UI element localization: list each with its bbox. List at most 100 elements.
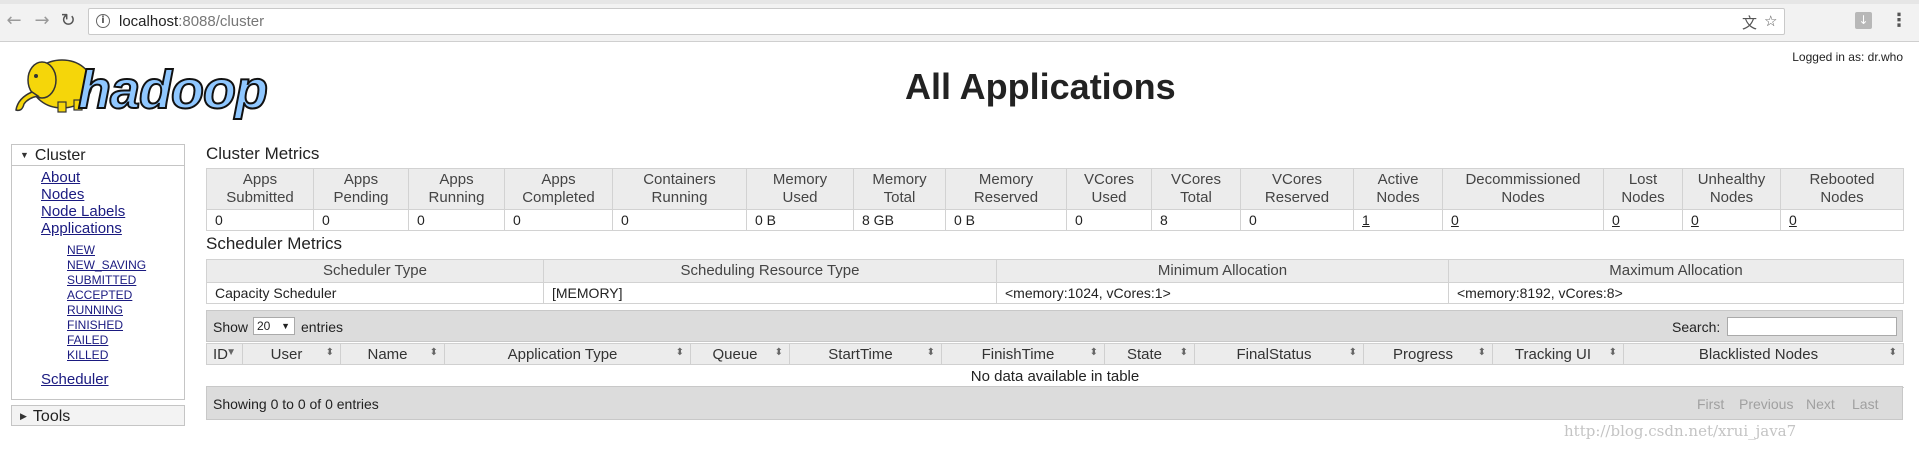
scheduling-resource-type-header: Scheduling Resource Type: [543, 259, 997, 283]
cluster-metric-link[interactable]: 0: [1451, 212, 1459, 228]
column-header[interactable]: FinalStatus ⬍: [1194, 343, 1364, 365]
hadoop-logo[interactable]: hadoop: [12, 50, 312, 122]
url-host: localhost: [119, 13, 179, 30]
nav-state-finished[interactable]: FINISHED: [67, 318, 123, 332]
cluster-nav-header[interactable]: ▼ Cluster: [12, 145, 184, 166]
empty-table-message: No data available in table: [206, 364, 1904, 388]
scheduler-type-value: Capacity Scheduler: [206, 282, 544, 304]
cluster-metric-value: 0: [612, 209, 747, 231]
cluster-metric-link[interactable]: 0: [1789, 212, 1797, 228]
pager-last-button[interactable]: Last: [1852, 396, 1878, 412]
tab-strip: [0, 0, 1919, 4]
applications-panel: Show 20 ▼ entries Search: ID ▼ User ⬍ Name ⬍ Ap…: [206, 310, 1904, 422]
nav-state-new[interactable]: NEW: [67, 243, 95, 257]
cluster-metric-header-line: Memory: [978, 171, 1034, 188]
column-header[interactable]: Name ⬍: [340, 343, 445, 365]
table-info-text: Showing 0 to 0 of 0 entries: [213, 396, 379, 412]
url-text[interactable]: localhost:8088/cluster: [119, 13, 264, 30]
cluster-metrics-title: Cluster Metrics: [206, 144, 320, 163]
cluster-metric-header-line: Apps: [439, 171, 474, 188]
entries-per-page-select[interactable]: 20 ▼: [253, 317, 295, 335]
forward-icon[interactable]: →: [32, 11, 52, 31]
logged-in-user: Logged in as: dr.who: [1792, 50, 1903, 64]
nav-state-failed[interactable]: FAILED: [67, 333, 108, 347]
sort-icon: ⬍: [774, 347, 783, 358]
cluster-metric-header: Apps Completed: [504, 168, 613, 210]
column-header-label: Blacklisted Nodes: [1698, 345, 1819, 363]
nav-applications-link[interactable]: Applications: [41, 220, 122, 237]
cluster-metric-value: 0: [206, 209, 314, 231]
tools-label: Tools: [32, 408, 71, 425]
pager-next-button[interactable]: Next: [1806, 396, 1835, 412]
cluster-metric-link[interactable]: 1: [1362, 212, 1370, 228]
cluster-metric-value: 0: [1682, 209, 1781, 231]
search-input[interactable]: [1727, 317, 1897, 336]
cluster-metric-value: 8: [1151, 209, 1241, 231]
cluster-metric-value: 0: [313, 209, 409, 231]
column-header[interactable]: State ⬍: [1104, 343, 1195, 365]
nav-state-accepted[interactable]: ACCEPTED: [67, 288, 132, 302]
cluster-metric-header-line: Nodes: [1501, 189, 1545, 206]
applications-header-row: ID ▼ User ⬍ Name ⬍ Application Type ⬍ Queue ⬍ Star…: [206, 343, 1904, 365]
cluster-metric-header: Unhealthy Nodes: [1682, 168, 1781, 210]
cluster-metric-link[interactable]: 0: [1691, 212, 1699, 228]
column-header[interactable]: Application Type ⬍: [444, 343, 691, 365]
cluster-metric-header: Decommissioned Nodes: [1442, 168, 1604, 210]
minimum-allocation-value: <memory:1024, vCores:1>: [996, 282, 1449, 304]
back-icon[interactable]: ←: [4, 11, 24, 31]
cluster-metrics-table: Apps Submitted Apps Pending Apps Running Apps C…: [206, 168, 1904, 231]
scheduler-metrics-table: Scheduler Type Scheduling Resource Type …: [206, 259, 1904, 304]
chevron-down-icon: ▼: [281, 321, 290, 331]
pager-previous-button[interactable]: Previous: [1739, 396, 1793, 412]
column-header[interactable]: StartTime ⬍: [789, 343, 942, 365]
cluster-metric-header-line: Total: [883, 189, 916, 206]
bookmark-star-icon[interactable]: ☆: [1764, 12, 1777, 30]
column-header[interactable]: Tracking UI ⬍: [1492, 343, 1624, 365]
cluster-metric-header-line: Apps: [242, 171, 278, 188]
cluster-metrics-value-row: 000000 B8 GB 0 B08010000: [206, 209, 1904, 231]
nav-state-new-saving[interactable]: NEW_SAVING: [67, 258, 146, 272]
extension-icon[interactable]: ↓: [1855, 12, 1872, 29]
nav-node-labels-link[interactable]: Node Labels: [41, 203, 125, 220]
scheduler-type-header: Scheduler Type: [206, 259, 544, 283]
column-header[interactable]: ID ▼: [206, 343, 243, 365]
cluster-metric-header: Apps Running: [408, 168, 505, 210]
cluster-metric-header-line: Submitted: [226, 189, 294, 206]
cluster-metric-link[interactable]: 0: [1612, 212, 1620, 228]
nav-state-running[interactable]: RUNNING: [67, 303, 123, 317]
collapsed-arrow-icon: ▶: [20, 411, 27, 421]
cluster-metric-header-line: Used: [1091, 189, 1127, 206]
column-header[interactable]: Progress ⬍: [1363, 343, 1493, 365]
browser-menu-icon[interactable]: ⋮: [1890, 10, 1908, 31]
info-icon[interactable]: i: [96, 14, 110, 28]
show-label: Show: [213, 319, 249, 335]
address-bar[interactable]: i localhost:8088/cluster 文 ☆: [88, 8, 1785, 35]
maximum-allocation-value: <memory:8192, vCores:8>: [1448, 282, 1904, 304]
column-header[interactable]: Blacklisted Nodes ⬍: [1623, 343, 1904, 365]
column-header[interactable]: FinishTime ⬍: [941, 343, 1105, 365]
reload-icon[interactable]: ↻: [58, 11, 78, 31]
nav-scheduler-link[interactable]: Scheduler: [41, 371, 109, 388]
column-header[interactable]: User ⬍: [242, 343, 341, 365]
sort-icon: ⬍: [1888, 347, 1897, 358]
nav-nodes-link[interactable]: Nodes: [41, 186, 84, 203]
cluster-metric-header-line: Reserved: [1264, 189, 1330, 206]
pager-first-button[interactable]: First: [1697, 396, 1724, 412]
nav-about-link[interactable]: About: [41, 169, 80, 186]
sort-icon: ⬍: [675, 347, 684, 358]
column-header-label: StartTime: [828, 345, 893, 363]
cluster-metric-header-line: Completed: [522, 189, 595, 206]
nav-state-killed[interactable]: KILLED: [67, 348, 108, 362]
tools-nav-header[interactable]: ▶ Tools: [11, 405, 185, 426]
sort-icon: ⬍: [325, 347, 334, 358]
nav-state-submitted[interactable]: SUBMITTED: [67, 273, 136, 287]
cluster-metric-header-line: Lost: [1628, 171, 1658, 188]
column-header[interactable]: Queue ⬍: [690, 343, 790, 365]
translate-icon[interactable]: 文: [1742, 12, 1757, 33]
cluster-metric-header: Memory Total: [853, 168, 946, 210]
cluster-metrics-header-row: Apps Submitted Apps Pending Apps Running Apps C…: [206, 168, 1904, 210]
cluster-metric-header-line: Decommissioned: [1465, 171, 1581, 188]
cluster-metric-header-line: Used: [782, 189, 818, 206]
applications-footer: Showing 0 to 0 of 0 entries First Previo…: [206, 386, 1903, 420]
column-header-label: FinalStatus: [1236, 345, 1312, 363]
